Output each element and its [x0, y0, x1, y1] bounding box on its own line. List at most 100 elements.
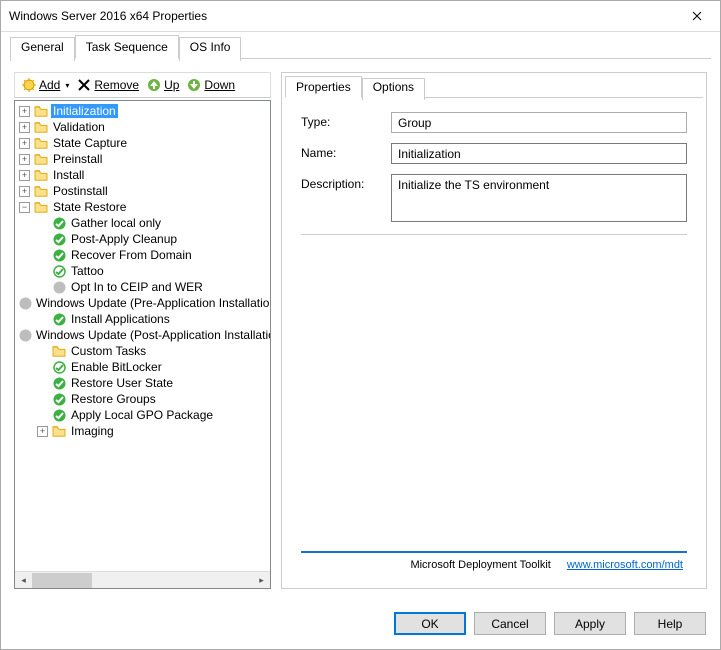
tree-item-label: Enable BitLocker — [69, 360, 164, 374]
tree-item-label: Windows Update (Post-Application Install… — [34, 328, 270, 342]
divider — [301, 234, 687, 235]
inner-tab-strip: PropertiesOptions — [283, 74, 705, 98]
circle-grey-icon — [19, 328, 32, 342]
tree-item[interactable]: −State Restore — [15, 199, 270, 215]
expand-icon[interactable]: + — [19, 186, 30, 197]
tree-item-label: State Capture — [51, 136, 129, 150]
tree-item[interactable]: Opt In to CEIP and WER — [15, 279, 270, 295]
split-pane: Add ▾ Remove Up Down — [14, 72, 707, 589]
circle-grey-icon — [51, 280, 67, 294]
outer-tab-general[interactable]: General — [10, 37, 75, 61]
description-label: Description: — [301, 174, 391, 191]
tree-item[interactable]: + Initialization — [15, 103, 270, 119]
down-button[interactable]: Down — [184, 77, 238, 93]
tree-item[interactable]: Tattoo — [15, 263, 270, 279]
help-button[interactable]: Help — [634, 612, 706, 635]
tree-item[interactable]: Windows Update (Pre-Application Installa… — [15, 295, 270, 311]
titlebar: Windows Server 2016 x64 Properties — [1, 1, 720, 32]
tree-item-label: Recover From Domain — [69, 248, 194, 262]
window-title: Windows Server 2016 x64 Properties — [9, 9, 674, 23]
check-green-icon — [51, 248, 67, 262]
down-arrow-icon — [187, 78, 201, 92]
tree-item-label: Apply Local GPO Package — [69, 408, 215, 422]
close-icon — [692, 11, 702, 21]
add-button[interactable]: Add ▾ — [19, 77, 72, 93]
collapse-icon[interactable]: − — [19, 202, 30, 213]
up-button[interactable]: Up — [144, 77, 182, 93]
folder-icon — [33, 104, 49, 118]
tree-item[interactable]: Custom Tasks — [15, 343, 270, 359]
name-input[interactable] — [391, 143, 687, 164]
check-green-icon — [51, 392, 67, 406]
properties-panel: Type: Group Name: Description: Microsoft… — [283, 98, 705, 587]
expand-icon[interactable]: + — [19, 170, 30, 181]
tree-item[interactable]: Restore User State — [15, 375, 270, 391]
folder-icon — [51, 424, 67, 438]
check-green-icon — [51, 408, 67, 422]
scroll-right-icon[interactable]: ▸ — [253, 573, 270, 588]
tree-item[interactable]: Gather local only — [15, 215, 270, 231]
remove-button[interactable]: Remove — [74, 77, 142, 93]
tree-item[interactable]: Recover From Domain — [15, 247, 270, 263]
tree-item[interactable]: Apply Local GPO Package — [15, 407, 270, 423]
scroll-left-icon[interactable]: ◂ — [15, 573, 32, 588]
tree-item[interactable]: Install Applications — [15, 311, 270, 327]
tree-item-label: Imaging — [69, 424, 116, 438]
folder-icon — [33, 168, 49, 182]
expand-icon[interactable]: + — [19, 122, 30, 133]
tree-item-label: Initialization — [51, 104, 118, 118]
circle-grey-icon — [19, 296, 32, 310]
mdt-link[interactable]: www.microsoft.com/mdt — [567, 559, 683, 571]
apply-button[interactable]: Apply — [554, 612, 626, 635]
tree-item[interactable]: + Imaging — [15, 423, 270, 439]
tree-item[interactable]: + State Capture — [15, 135, 270, 151]
tree-item[interactable]: Enable BitLocker — [15, 359, 270, 375]
left-pane: Add ▾ Remove Up Down — [14, 72, 271, 589]
tree-item[interactable]: Post-Apply Cleanup — [15, 231, 270, 247]
folder-icon — [33, 184, 49, 198]
check-green-icon — [51, 312, 67, 326]
cancel-button[interactable]: Cancel — [474, 612, 546, 635]
tree-item-label: Custom Tasks — [69, 344, 148, 358]
tree-item[interactable]: Windows Update (Post-Application Install… — [15, 327, 270, 343]
tree-item[interactable]: + Validation — [15, 119, 270, 135]
tree-container: + Initialization + Validation + State Capture… — [14, 100, 271, 589]
tab-content: Add ▾ Remove Up Down — [1, 59, 720, 602]
expand-icon[interactable]: + — [19, 138, 30, 149]
tree-toolbar: Add ▾ Remove Up Down — [14, 72, 271, 98]
tree-item-label: Install Applications — [69, 312, 172, 326]
tree-item[interactable]: +Preinstall — [15, 151, 270, 167]
mdt-text: Microsoft Deployment Toolkit — [410, 559, 550, 571]
inner-tab-properties[interactable]: Properties — [285, 76, 362, 98]
tree-item-label: Tattoo — [69, 264, 106, 278]
tree-item-label: Postinstall — [51, 184, 110, 198]
tree-item-label: Post-Apply Cleanup — [69, 232, 179, 246]
up-arrow-icon — [147, 78, 161, 92]
check-green-icon — [51, 216, 67, 230]
expand-icon[interactable]: + — [19, 106, 30, 117]
folder-icon — [33, 120, 49, 134]
tree-item[interactable]: + Install — [15, 167, 270, 183]
check-outline-icon — [51, 264, 67, 278]
mdt-footer: Microsoft Deployment Toolkit www.microso… — [301, 551, 687, 573]
tree-item[interactable]: Restore Groups — [15, 391, 270, 407]
right-pane: PropertiesOptions Type: Group Name: Desc… — [281, 72, 707, 589]
tree-item[interactable]: + Postinstall — [15, 183, 270, 199]
description-input[interactable] — [391, 174, 687, 222]
ok-button[interactable]: OK — [394, 612, 466, 635]
task-sequence-tree[interactable]: + Initialization + Validation + State Capture… — [15, 101, 270, 571]
tree-item-label: Restore Groups — [69, 392, 158, 406]
tree-item-label: Windows Update (Pre-Application Installa… — [34, 296, 270, 310]
folder-icon — [33, 200, 49, 214]
expand-icon[interactable]: + — [37, 426, 48, 437]
tree-item-label: Validation — [51, 120, 107, 134]
outer-tab-os-info[interactable]: OS Info — [179, 37, 242, 61]
window-close-button[interactable] — [674, 2, 719, 31]
expand-icon[interactable]: + — [19, 154, 30, 165]
remove-icon — [77, 78, 91, 92]
scroll-thumb[interactable] — [32, 573, 92, 588]
tree-item-label: Install — [51, 168, 86, 182]
outer-tab-task-sequence[interactable]: Task Sequence — [75, 35, 179, 59]
horizontal-scrollbar[interactable]: ◂ ▸ — [15, 571, 270, 588]
inner-tab-options[interactable]: Options — [362, 78, 425, 100]
